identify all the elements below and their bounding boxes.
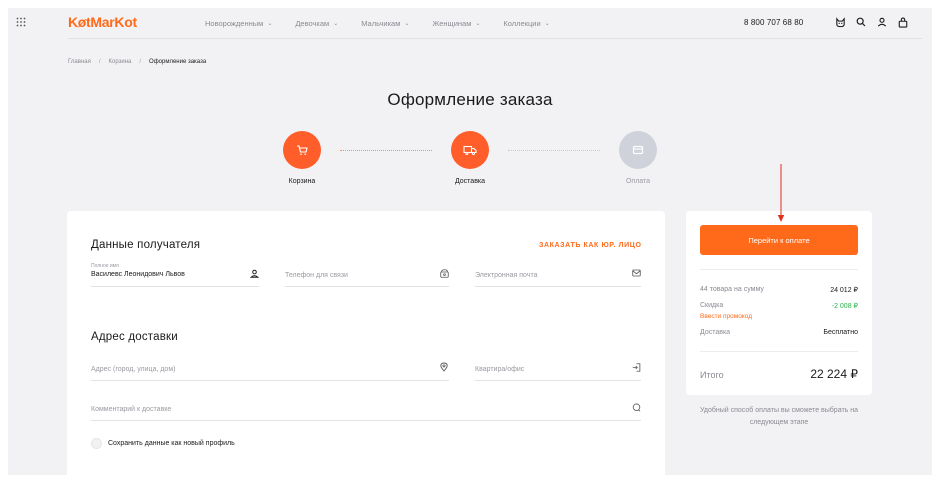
nav-item-women[interactable]: Женщинам ⌄	[432, 19, 480, 28]
step-cart-label: Корзина	[288, 178, 316, 185]
delivery-title: Адрес доставки	[91, 331, 178, 343]
step-delivery[interactable]	[451, 131, 489, 169]
step-payment-label: Оплата	[625, 178, 651, 185]
logo[interactable]: KøtMarKot	[68, 14, 137, 30]
save-profile-checkbox[interactable]: Сохранить данные как новый профиль	[91, 438, 235, 449]
page-title: Оформление заказа	[387, 90, 553, 109]
discount-label: Скидка	[700, 302, 724, 309]
full-name-label: Полное имя	[91, 263, 119, 269]
speech-bubble-icon	[631, 402, 641, 412]
truck-icon	[463, 145, 477, 155]
user-icon	[249, 268, 259, 278]
order-as-legal-entity-link[interactable]: ЗАКАЗАТЬ КАК ЮР. ЛИЦО	[539, 242, 642, 249]
total-value: 22 224 ₽	[810, 367, 858, 381]
header: KøtMarKot Новорожденным ⌄ Девочкам ⌄ Мальч…	[8, 8, 932, 38]
full-name-field[interactable]: Полное имя Василевс Леонидович Львов	[91, 263, 259, 287]
nav-item-boys[interactable]: Мальчикам ⌄	[361, 19, 409, 28]
breadcrumb-current: Оформление заказа	[149, 59, 207, 65]
step-connector	[508, 150, 600, 151]
discount-value: -2 008 ₽	[831, 303, 858, 310]
chevron-down-icon: ⌄	[544, 21, 550, 27]
breadcrumb-separator: /	[139, 59, 142, 65]
nav-item-label: Новорожденным	[205, 19, 264, 28]
phone-field[interactable]: Телефон для связи	[285, 263, 449, 287]
phone-placeholder: Телефон для связи	[285, 272, 348, 279]
checkout-page: KøtMarKot Новорожденным ⌄ Девочкам ⌄ Мальч…	[8, 8, 932, 475]
step-connector	[340, 150, 432, 151]
grid-icon[interactable]	[16, 17, 26, 27]
discount-row: Скидка -2 008 ₽	[700, 302, 858, 310]
delivery-label: Доставка	[700, 329, 731, 336]
header-divider	[68, 38, 922, 39]
delivery-row: Доставка Бесплатно	[700, 329, 858, 336]
save-profile-label: Сохранить данные как новый профиль	[108, 440, 235, 447]
location-pin-icon	[439, 362, 449, 372]
nav-item-label: Коллекции	[503, 19, 541, 28]
apartment-placeholder: Квартира/офис	[475, 366, 525, 373]
payment-note: Удобный способ оплаты вы сможете выбрать…	[699, 407, 859, 426]
mail-icon	[631, 268, 641, 278]
nav-item-label: Мальчикам	[361, 19, 401, 28]
items-label: 44 товара на сумму	[700, 286, 764, 293]
cat-icon[interactable]	[834, 16, 846, 28]
step-payment	[619, 131, 657, 169]
order-summary: Перейти к оплате 44 товара на сумму 24 0…	[686, 211, 872, 395]
nav-item-label: Девочкам	[295, 19, 330, 28]
breadcrumb-separator: /	[98, 59, 101, 65]
phone-number[interactable]: 8 800 707 68 80	[744, 18, 803, 27]
wallet-icon	[632, 145, 644, 155]
apartment-field[interactable]: Квартира/офис	[475, 357, 641, 381]
proceed-to-payment-button[interactable]: Перейти к оплате	[700, 225, 858, 255]
annotation-arrow-icon	[777, 164, 785, 222]
door-icon	[631, 362, 641, 372]
email-placeholder: Электронная почта	[475, 272, 538, 279]
phone-icon	[439, 268, 449, 278]
full-name-value: Василевс Леонидович Львов	[91, 271, 185, 278]
checkbox[interactable]	[91, 438, 102, 449]
items-value: 24 012 ₽	[830, 287, 858, 294]
nav-item-collections[interactable]: Коллекции ⌄	[503, 19, 549, 28]
recipient-form: Данные получателя ЗАКАЗАТЬ КАК ЮР. ЛИЦО …	[67, 211, 665, 475]
chevron-down-icon: ⌄	[475, 21, 481, 27]
total-row: Итого 22 224 ₽	[700, 367, 858, 381]
recipient-title: Данные получателя	[91, 239, 201, 251]
comment-field[interactable]: Комментарий к доставке	[91, 397, 641, 421]
address-field[interactable]: Адрес (город, улица, дом)	[91, 357, 449, 381]
search-icon[interactable]	[855, 16, 867, 28]
items-total-row: 44 товара на сумму 24 012 ₽	[700, 286, 858, 294]
cart-icon	[297, 145, 308, 155]
breadcrumb-home[interactable]: Главная	[68, 59, 91, 65]
header-actions	[834, 16, 909, 28]
email-field[interactable]: Электронная почта	[475, 263, 641, 287]
chevron-down-icon: ⌄	[404, 21, 410, 27]
breadcrumb-cart[interactable]: Корзина	[109, 59, 132, 65]
user-icon[interactable]	[876, 16, 888, 28]
chevron-down-icon: ⌄	[333, 21, 339, 27]
cart-icon[interactable]	[897, 16, 909, 28]
step-delivery-label: Доставка	[454, 178, 486, 185]
breadcrumb: Главная / Корзина / Оформление заказа	[68, 59, 206, 65]
step-cart[interactable]	[283, 131, 321, 169]
comment-placeholder: Комментарий к доставке	[91, 406, 172, 413]
enter-promo-code-link[interactable]: Ввести промокод	[700, 313, 752, 320]
chevron-down-icon: ⌄	[267, 21, 273, 27]
main-nav: Новорожденным ⌄ Девочкам ⌄ Мальчикам ⌄ Женщ…	[205, 19, 550, 28]
address-placeholder: Адрес (город, улица, дом)	[91, 366, 176, 373]
total-label: Итого	[700, 370, 724, 380]
summary-divider	[700, 351, 858, 352]
delivery-value: Бесплатно	[823, 329, 858, 336]
nav-item-label: Женщинам	[432, 19, 472, 28]
summary-divider	[700, 269, 858, 270]
nav-item-girls[interactable]: Девочкам ⌄	[295, 19, 338, 28]
nav-item-newborn[interactable]: Новорожденным ⌄	[205, 19, 272, 28]
